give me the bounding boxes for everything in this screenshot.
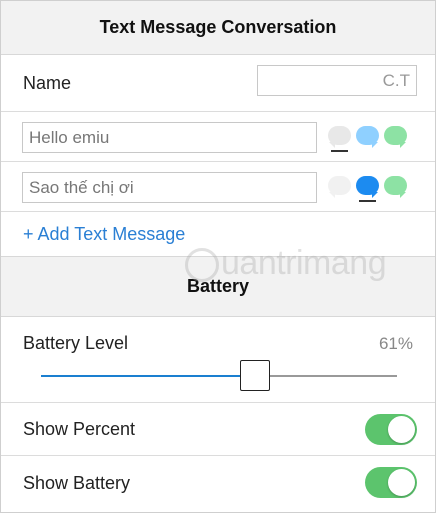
bubble-grey-option[interactable] (328, 176, 351, 198)
bubble-style-picker-2 (328, 176, 407, 202)
toggle-knob (388, 469, 415, 496)
message-input-1[interactable] (22, 122, 317, 153)
section-title-messages: Text Message Conversation (99, 17, 337, 37)
battery-slider-thumb[interactable] (239, 360, 270, 391)
bubble-grey-option[interactable] (328, 126, 351, 152)
section-title-battery: Battery (186, 276, 250, 296)
toggle-knob (388, 416, 415, 443)
battery-slider-fill (41, 375, 255, 377)
battery-level-value: 61% (378, 334, 413, 353)
bubble-green-option[interactable] (384, 126, 407, 148)
battery-level-row: Battery Level 61% (1, 317, 435, 403)
bubble-style-picker-1 (328, 126, 407, 152)
name-row: Name (1, 56, 435, 112)
message-input-2[interactable] (22, 172, 317, 203)
bubble-blue-option[interactable] (356, 176, 379, 202)
section-header-battery: Battery (1, 256, 435, 317)
show-battery-row: Show Battery (1, 456, 435, 511)
show-battery-label: Show Battery (23, 473, 131, 493)
show-percent-toggle[interactable] (365, 414, 417, 445)
bubble-green-option[interactable] (384, 176, 407, 198)
add-text-message-link[interactable]: + Add Text Message (23, 224, 185, 245)
show-battery-toggle[interactable] (365, 467, 417, 498)
battery-slider-track[interactable] (41, 375, 397, 377)
bubble-blue-option[interactable] (356, 126, 379, 148)
section-header-messages: Text Message Conversation (1, 1, 435, 55)
add-message-row: + Add Text Message (1, 212, 435, 256)
battery-level-label: Battery Level (23, 333, 129, 353)
name-label: Name (23, 73, 72, 93)
name-input[interactable] (257, 65, 417, 96)
message-row-1 (1, 112, 435, 162)
show-percent-label: Show Percent (23, 418, 136, 439)
show-percent-row: Show Percent (1, 403, 435, 456)
message-row-2 (1, 162, 435, 212)
